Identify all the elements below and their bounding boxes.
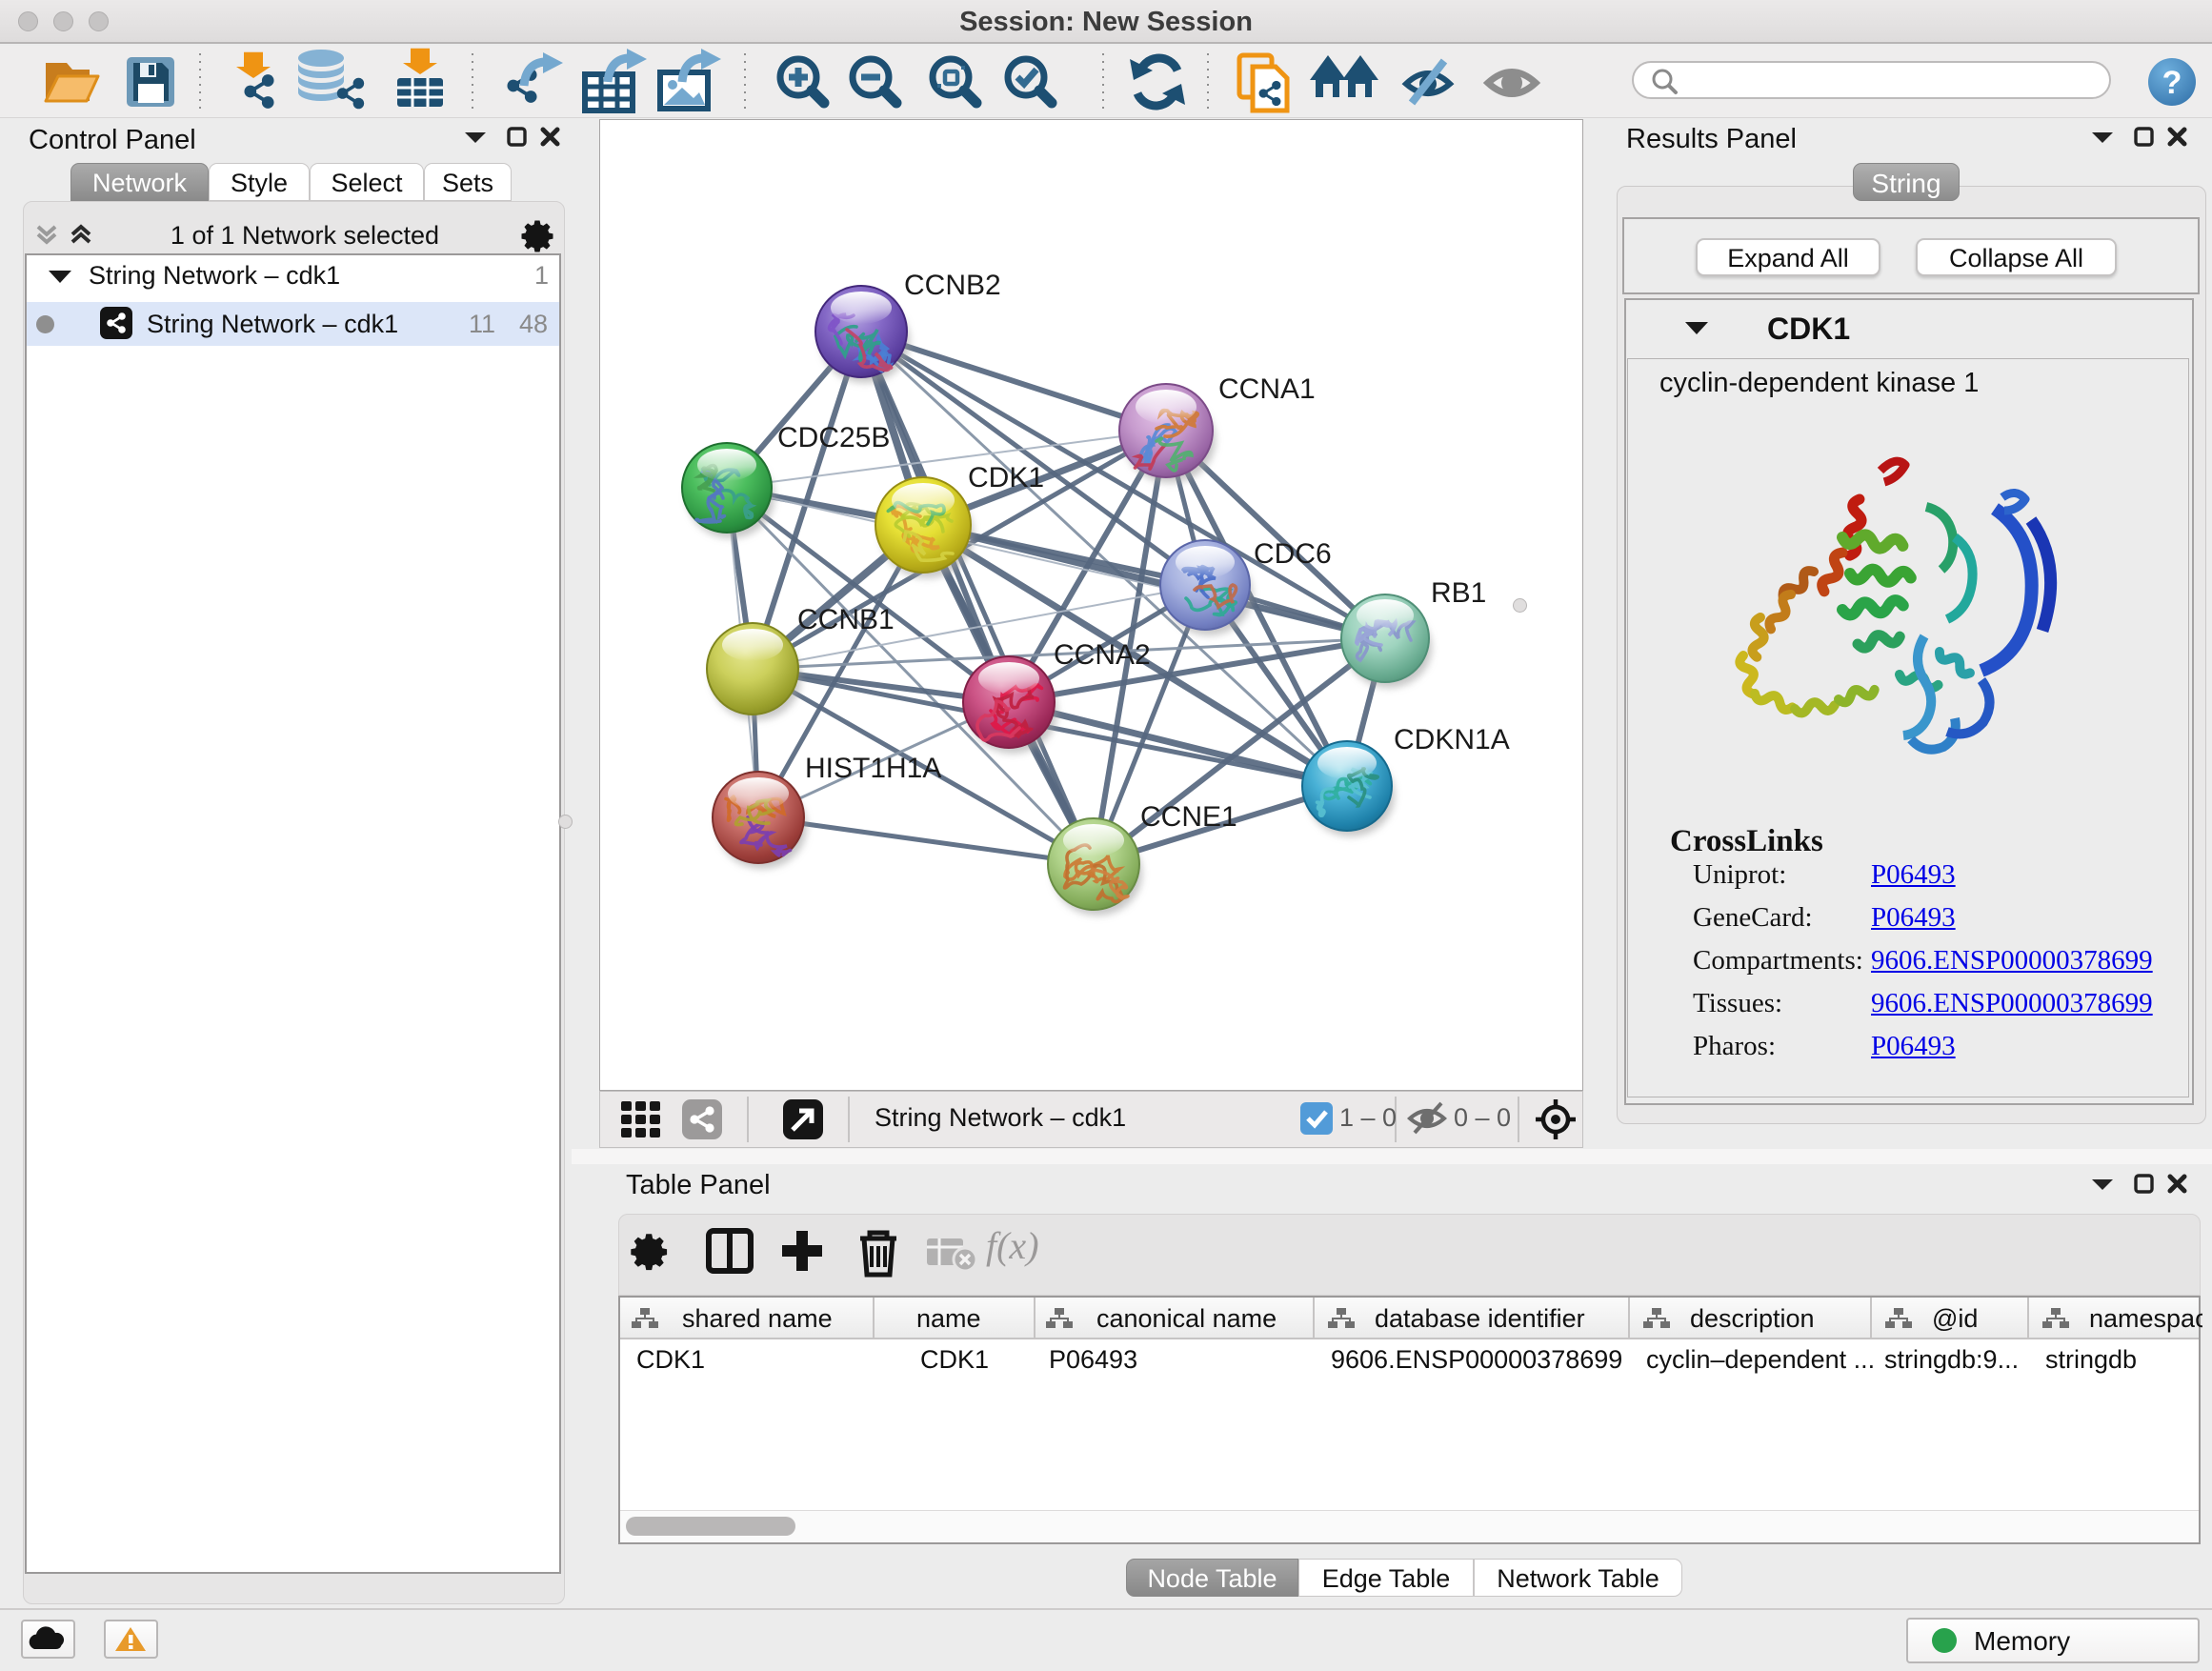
svg-text:CDKN1A: CDKN1A — [1394, 724, 1510, 755]
svg-text:CCNE1: CCNE1 — [1140, 801, 1237, 833]
svg-text:CDC25B: CDC25B — [777, 422, 890, 453]
svg-text:CCNB2: CCNB2 — [904, 270, 1001, 301]
svg-text:RB1: RB1 — [1431, 577, 1486, 609]
svg-text:HIST1H1A: HIST1H1A — [805, 753, 941, 784]
svg-text:CCNA1: CCNA1 — [1218, 373, 1316, 405]
svg-text:CCNB1: CCNB1 — [797, 604, 895, 635]
svg-text:CDK1: CDK1 — [968, 462, 1044, 493]
svg-text:CCNA2: CCNA2 — [1054, 639, 1151, 671]
svg-text:CDC6: CDC6 — [1254, 538, 1332, 570]
